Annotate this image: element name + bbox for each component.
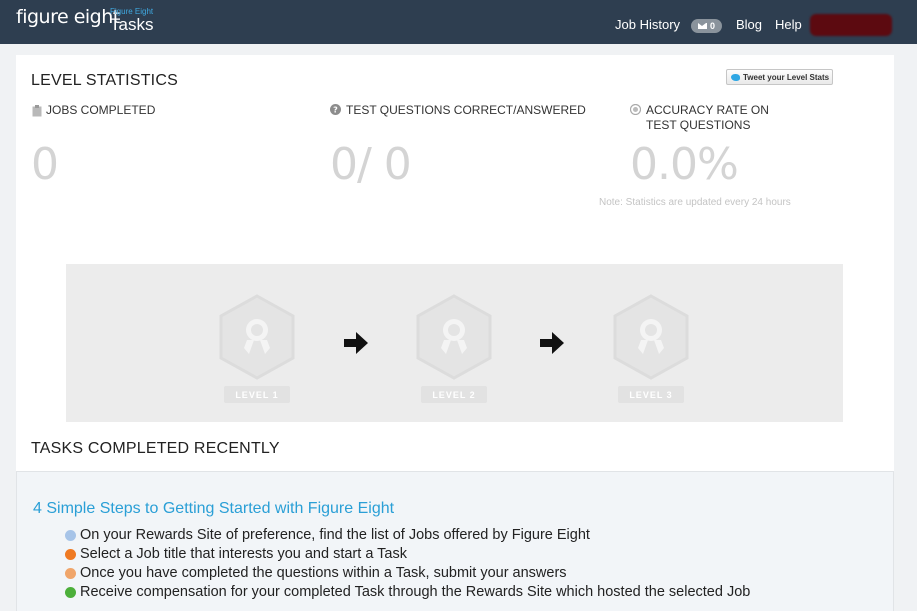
step-text: Select a Job title that interests you an… <box>80 546 407 562</box>
list-item: Select a Job title that interests you an… <box>65 545 750 564</box>
brand-title[interactable]: Tasks <box>110 15 153 35</box>
test-questions-label: TEST QUESTIONS CORRECT/ANSWERED <box>346 103 586 117</box>
question-circle-icon: ? <box>330 104 341 115</box>
award-ribbon-icon <box>219 294 295 380</box>
levels-progress-strip: LEVEL 1 LEVEL 2 LEVEL 3 <box>66 264 843 422</box>
level-3-label: LEVEL 3 <box>618 386 684 403</box>
list-item: On your Rewards Site of preference, find… <box>65 526 750 545</box>
list-item: Receive compensation for your completed … <box>65 583 750 602</box>
messages-count: 0 <box>709 21 715 31</box>
svg-text:?: ? <box>333 106 338 115</box>
step-bullet-icon <box>65 587 76 598</box>
twitter-bird-icon <box>731 73 740 81</box>
figure-eight-logo[interactable]: figure eight <box>16 6 120 28</box>
tweet-level-stats-button[interactable]: Tweet your Level Stats <box>726 69 833 85</box>
top-navbar: figure eight Figure Eight Tasks Job Hist… <box>0 0 917 44</box>
nav-blog-link[interactable]: Blog <box>736 17 762 32</box>
accuracy-rate-label: ACCURACY RATE ON TEST QUESTIONS <box>646 103 769 133</box>
level-1-badge: LEVEL 1 <box>217 294 297 404</box>
step-bullet-icon <box>65 549 76 560</box>
clipboard-icon <box>32 105 42 117</box>
level-2-badge: LEVEL 2 <box>414 294 494 404</box>
statistics-update-note: Note: Statistics are updated every 24 ho… <box>599 197 791 208</box>
step-bullet-icon <box>65 568 76 579</box>
messages-badge[interactable]: 0 <box>691 19 722 33</box>
tasks-completed-recently-title: TASKS COMPLETED RECENTLY <box>31 440 280 457</box>
accuracy-rate-label-line1: ACCURACY RATE ON <box>646 103 769 117</box>
getting-started-box: 4 Simple Steps to Getting Started with F… <box>16 471 894 611</box>
award-ribbon-icon <box>613 294 689 380</box>
step-text: On your Rewards Site of preference, find… <box>80 527 590 543</box>
getting-started-link[interactable]: 4 Simple Steps to Getting Started with F… <box>33 500 394 518</box>
level-2-label: LEVEL 2 <box>421 386 487 403</box>
level-statistics-panel: LEVEL STATISTICS Tweet your Level Stats … <box>16 55 894 471</box>
arrow-right-icon <box>540 332 564 354</box>
level-statistics-title: LEVEL STATISTICS <box>31 72 178 89</box>
jobs-completed-label: JOBS COMPLETED <box>46 103 156 117</box>
accuracy-rate-value: 0.0% <box>630 139 739 190</box>
envelope-icon <box>697 23 707 29</box>
step-text: Once you have completed the questions wi… <box>80 565 567 581</box>
steps-list: On your Rewards Site of preference, find… <box>65 526 750 602</box>
user-account-menu[interactable] <box>810 14 892 36</box>
accuracy-rate-label-line2: TEST QUESTIONS <box>646 118 751 132</box>
nav-help-link[interactable]: Help <box>775 17 802 32</box>
target-icon <box>630 104 641 115</box>
arrow-right-icon <box>344 332 368 354</box>
level-1-label: LEVEL 1 <box>224 386 290 403</box>
award-ribbon-icon <box>416 294 492 380</box>
level-3-badge: LEVEL 3 <box>611 294 691 404</box>
jobs-completed-value: 0 <box>31 139 59 190</box>
step-bullet-icon <box>65 530 76 541</box>
list-item: Once you have completed the questions wi… <box>65 564 750 583</box>
test-questions-value: 0/ 0 <box>330 139 412 190</box>
step-text: Receive compensation for your completed … <box>80 584 751 600</box>
nav-job-history-link[interactable]: Job History <box>615 17 680 32</box>
tweet-button-label: Tweet your Level Stats <box>743 72 830 82</box>
